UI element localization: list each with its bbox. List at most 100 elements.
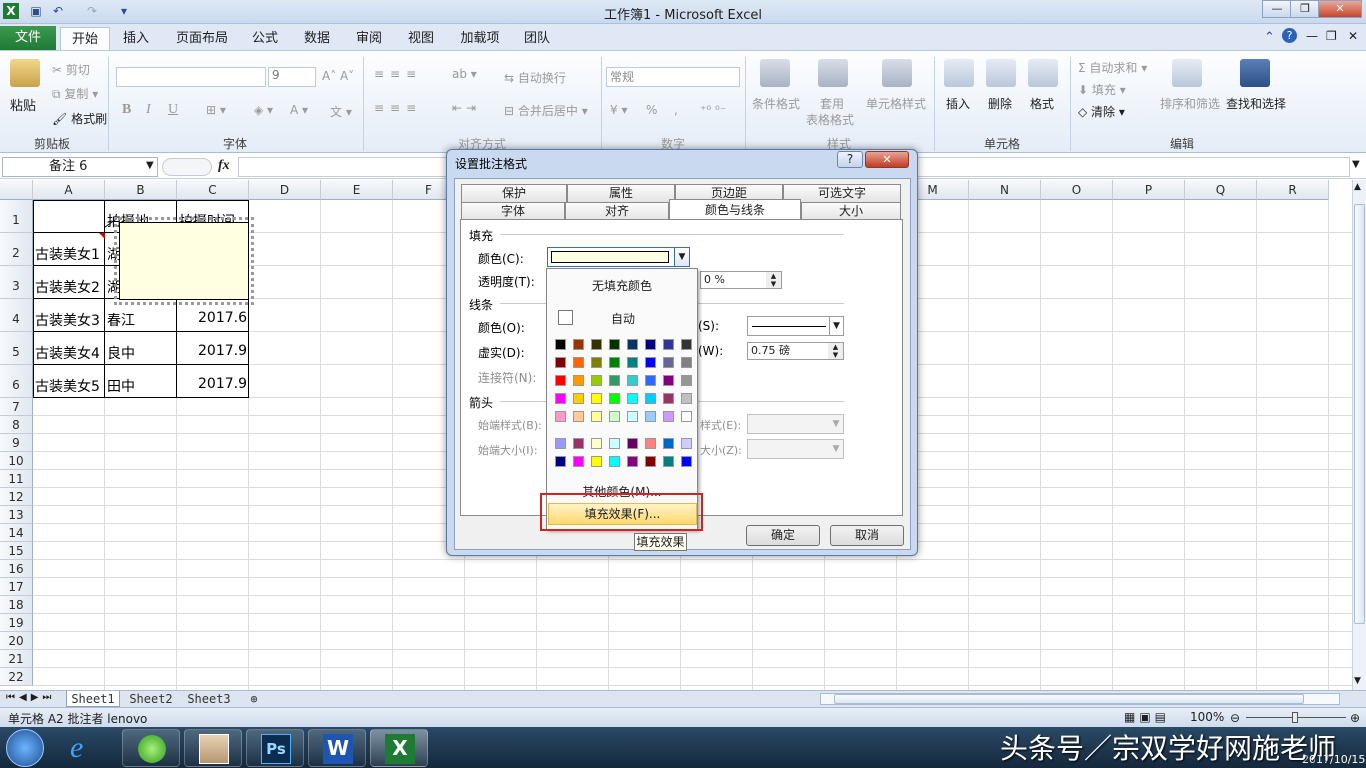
zoom-out-icon[interactable]: ⊖ [1230,711,1240,725]
paste-icon[interactable] [10,59,40,87]
number-format-combo[interactable]: 常规 [606,67,740,87]
formula-bar-handle[interactable] [162,158,212,176]
color-swatch[interactable] [609,438,620,449]
row-header-22[interactable]: 22 [0,668,33,686]
cell-styles-button[interactable]: 单元格样式 [866,95,926,112]
color-swatch[interactable] [627,339,638,350]
row-header-11[interactable]: 11 [0,470,33,488]
font-name-combo[interactable] [116,67,266,87]
fill-color-dropdown-icon[interactable]: ▼ [674,248,689,266]
zoom-slider-thumb[interactable] [1292,712,1298,723]
format-painter-button[interactable]: 🖌 格式刷 [52,110,107,127]
cell-a3[interactable]: 古装美女2 [35,277,103,297]
restore-button[interactable]: ❐ [1290,0,1320,18]
color-swatch[interactable] [627,456,638,467]
formula-expand-icon[interactable]: ▼ [1352,159,1360,170]
line-style-dropdown[interactable]: ▼ [747,316,844,336]
cell-c5[interactable]: 2017.9 [179,343,247,363]
conditional-format-icon[interactable] [760,59,790,87]
delete-cells-icon[interactable] [986,59,1016,87]
tab-insert[interactable]: 插入 [116,27,156,50]
cell-c6[interactable]: 2017.9 [179,376,247,396]
color-swatch[interactable] [663,438,674,449]
cell-a4[interactable]: 古装美女3 [35,310,103,330]
grow-font-icon[interactable]: A˄ A˅ [322,69,354,83]
orientation-icon[interactable]: ab ▾ [452,67,477,81]
color-swatch[interactable] [555,411,566,422]
row-header-16[interactable]: 16 [0,560,33,578]
color-swatch[interactable] [609,456,620,467]
transparency-spinner-icon[interactable]: ▲ ▼ [766,272,781,288]
color-swatch[interactable] [681,411,692,422]
decimal-icons[interactable]: ⁺⁰ ⁰⁻ [700,103,726,117]
color-swatch[interactable] [681,438,692,449]
color-swatch[interactable] [573,357,584,368]
row-header-2[interactable]: 2 [0,233,33,266]
tab-page-layout[interactable]: 页面布局 [170,27,234,50]
column-header-o[interactable]: O [1041,180,1113,200]
minimize-button[interactable]: — [1262,0,1292,18]
zoom-in-icon[interactable]: ⊕ [1350,711,1360,725]
conditional-format-button[interactable]: 条件格式 [752,95,800,112]
row-header-9[interactable]: 9 [0,434,33,452]
cell-comment-box[interactable] [119,222,249,300]
row-header-6[interactable]: 6 [0,365,33,398]
column-header-n[interactable]: N [969,180,1041,200]
color-swatch[interactable] [555,438,566,449]
column-header-q[interactable]: Q [1185,180,1257,200]
end-style-dropdown-icon[interactable]: ▼ [829,415,843,433]
tab-size[interactable]: 大小 [801,202,901,220]
cell-b6[interactable]: 田中 [107,376,175,396]
cell-a2[interactable]: 古装美女1 [35,244,103,264]
row-header-5[interactable]: 5 [0,332,33,365]
column-header-b[interactable]: B [105,180,177,200]
color-swatch[interactable] [609,411,620,422]
tab-home[interactable]: 开始 [60,27,110,50]
color-swatch[interactable] [627,438,638,449]
tab-team[interactable]: 团队 [517,27,557,50]
color-swatch[interactable] [645,339,656,350]
color-swatch[interactable] [591,375,602,386]
end-size-dropdown[interactable]: ▼ [747,439,844,459]
sort-filter-button[interactable]: 排序和筛选 [1160,95,1220,112]
scroll-down-icon[interactable]: ▼ [1354,676,1361,686]
color-swatch[interactable] [627,375,638,386]
row-header-17[interactable]: 17 [0,578,33,596]
color-swatch[interactable] [645,411,656,422]
cut-button[interactable]: ✂ 剪切 [52,61,90,78]
color-swatch[interactable] [573,339,584,350]
color-swatch[interactable] [555,456,566,467]
taskbar-app-browser[interactable] [122,729,180,767]
ribbon-minimize-icon[interactable]: ⌃ [1264,30,1275,45]
insert-cells-button[interactable]: 插入 [946,95,970,112]
color-swatch[interactable] [555,357,566,368]
color-swatch[interactable] [663,456,674,467]
row-header-21[interactable]: 21 [0,650,33,668]
tab-formulas[interactable]: 公式 [245,27,285,50]
row-header-19[interactable]: 19 [0,614,33,632]
format-table-button-line2[interactable]: 表格格式 [806,111,854,128]
tab-colors-lines[interactable]: 颜色与线条 [669,199,801,220]
vertical-scrollbar[interactable]: ▲ ▼ [1352,180,1366,690]
paste-button[interactable]: 粘贴 [10,95,36,114]
tab-review[interactable]: 审阅 [349,27,389,50]
autosum-button[interactable]: Σ 自动求和 ▾ [1078,59,1147,76]
color-swatch[interactable] [627,357,638,368]
column-header-r[interactable]: R [1257,180,1329,200]
taskbar-app-photo[interactable] [184,729,242,767]
color-swatch[interactable] [591,357,602,368]
column-header-c[interactable]: C [177,180,249,200]
column-header-d[interactable]: D [249,180,321,200]
sheet-tab-2[interactable]: Sheet2 [124,691,178,707]
percent-button[interactable]: % [646,103,657,117]
color-swatch[interactable] [681,456,692,467]
cell-a5[interactable]: 古装美女4 [35,343,103,363]
vertical-align-icons[interactable]: ≡≡≡ [374,67,422,81]
currency-icon[interactable]: ¥ ▾ [610,103,627,117]
font-size-combo[interactable]: 9 [268,67,316,87]
help-icon[interactable]: ? [1282,28,1297,43]
insert-sheet-icon[interactable]: ⊕ [244,691,264,707]
color-swatch[interactable] [681,375,692,386]
insert-cells-icon[interactable] [944,59,974,87]
sort-filter-icon[interactable] [1172,59,1202,87]
